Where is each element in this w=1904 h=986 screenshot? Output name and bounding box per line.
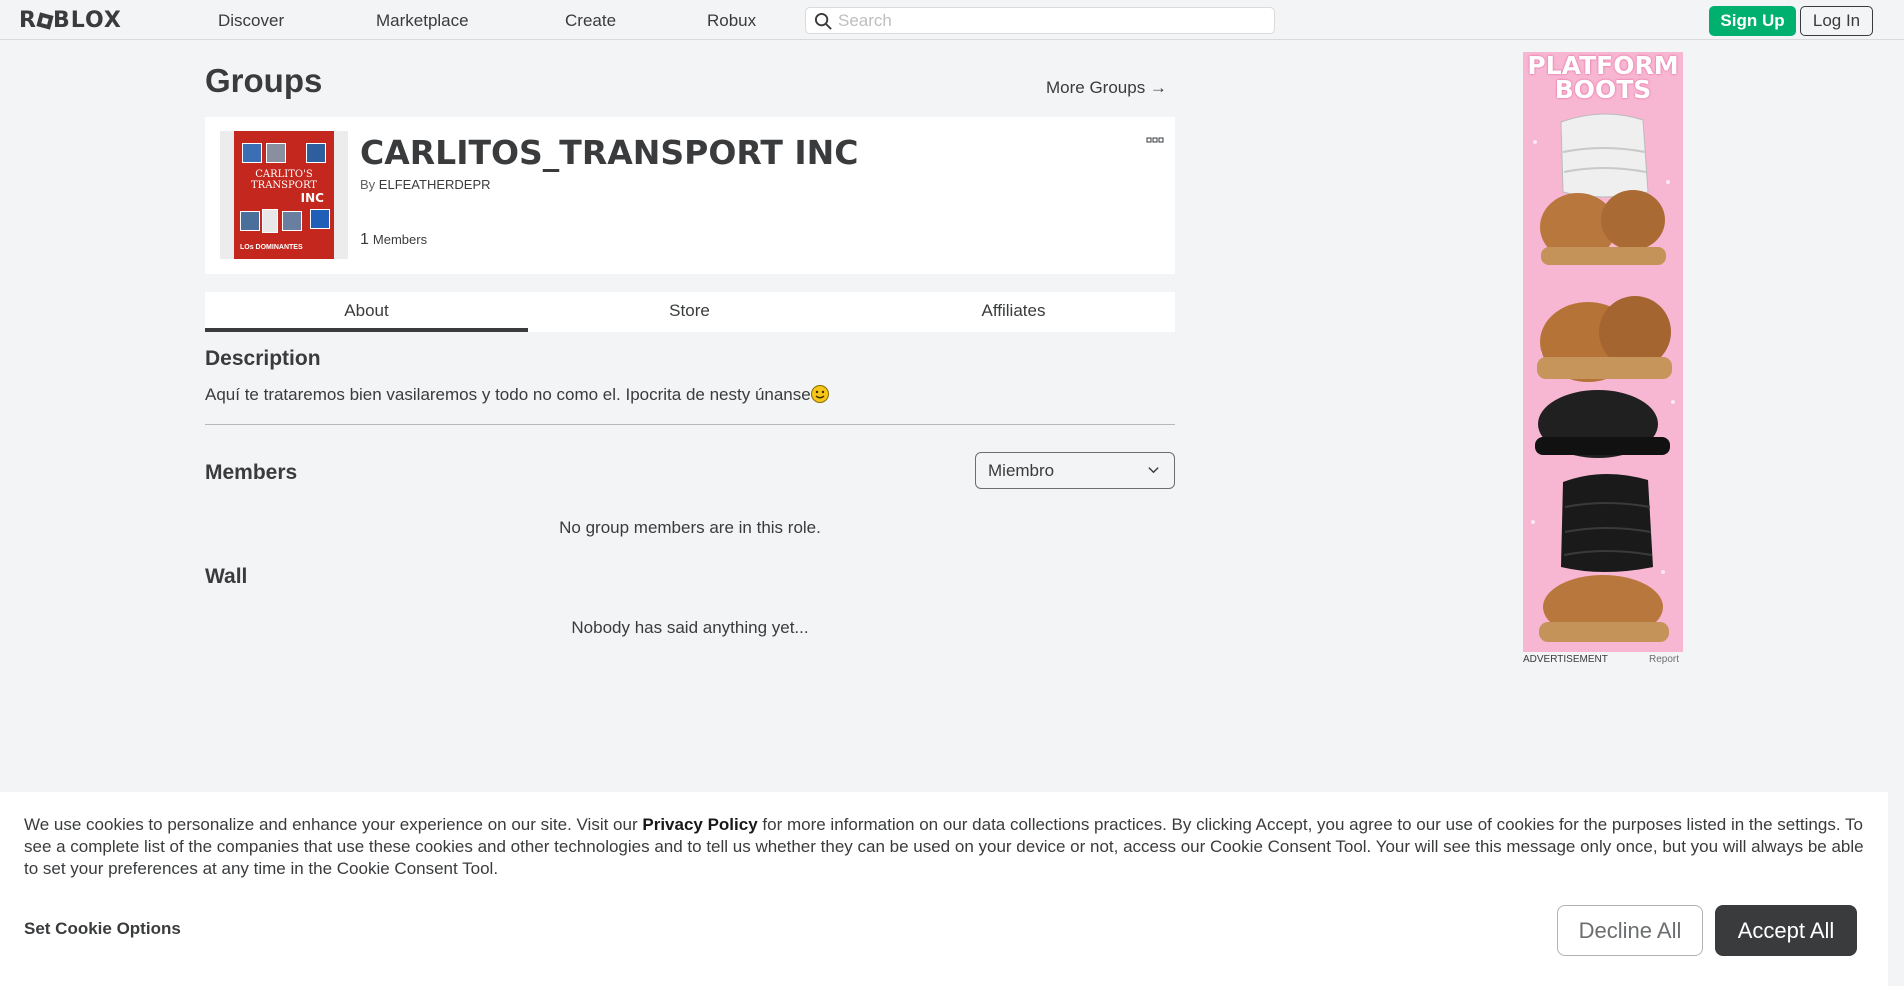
thumb-text-inc: INC <box>300 191 324 205</box>
ellipsis-icon <box>1146 137 1164 143</box>
ad-report-link[interactable]: Report <box>1649 654 1679 665</box>
description-text-block: Aquí te trataremos bien vasilaremos y to… <box>205 385 829 405</box>
more-groups-link[interactable]: More Groups → <box>1046 78 1167 98</box>
search-input[interactable] <box>838 11 1258 31</box>
role-dropdown-value: Miembro <box>988 461 1055 480</box>
cookie-message: We use cookies to personalize and enhanc… <box>24 814 1874 880</box>
sign-up-button[interactable]: Sign Up <box>1709 6 1796 36</box>
advertisement-banner[interactable]: PLATFORM BOOTS <box>1523 52 1683 652</box>
smiley-emoji-icon <box>810 385 829 403</box>
nav-discover[interactable]: Discover <box>218 11 284 31</box>
description-text: Aquí te trataremos bien vasilaremos y to… <box>205 385 811 404</box>
decline-all-button[interactable]: Decline All <box>1557 905 1703 956</box>
log-in-button[interactable]: Log In <box>1800 6 1873 36</box>
cookie-text-before: We use cookies to personalize and enhanc… <box>24 815 643 834</box>
group-header-card: CARLITO'S TRANSPORT INC LOs DOMINANTES C… <box>205 117 1175 274</box>
members-empty-message: No group members are in this role. <box>559 518 821 537</box>
accept-all-button[interactable]: Accept All <box>1715 905 1857 956</box>
group-tabs: About Store Affiliates <box>205 292 1175 332</box>
search-icon <box>814 12 832 30</box>
nav-marketplace[interactable]: Marketplace <box>376 11 469 31</box>
nav-robux[interactable]: Robux <box>707 11 756 31</box>
set-cookie-options-link[interactable]: Set Cookie Options <box>24 919 181 939</box>
group-emblem-image: CARLITO'S TRANSPORT INC LOs DOMINANTES <box>234 131 334 259</box>
roblox-logo[interactable]: R BLOX <box>19 8 122 33</box>
role-dropdown[interactable]: Miembro <box>975 452 1175 489</box>
member-count-value: 1 <box>360 231 369 248</box>
tab-affiliates[interactable]: Affiliates <box>852 292 1175 332</box>
top-navigation-bar: R BLOX Discover Marketplace Create Robux … <box>0 0 1904 40</box>
tab-store[interactable]: Store <box>528 292 851 332</box>
member-count-label: Members <box>372 232 428 247</box>
tab-about[interactable]: About <box>205 292 528 332</box>
group-owner-prefix: By <box>360 177 376 192</box>
ad-boots-image <box>1531 113 1675 642</box>
group-member-count: 1 Members <box>360 231 427 249</box>
wall-heading: Wall <box>205 565 248 588</box>
chevron-down-icon <box>1148 467 1159 474</box>
wall-empty-message: Nobody has said anything yet... <box>571 618 809 637</box>
more-options-icon[interactable] <box>1146 133 1164 147</box>
section-divider <box>205 424 1175 425</box>
nav-create[interactable]: Create <box>565 11 616 31</box>
group-thumbnail: CARLITO'S TRANSPORT INC LOs DOMINANTES <box>220 131 348 259</box>
group-name: CARLITOS_TRANSPORT INC <box>360 133 859 172</box>
thumb-text-top: CARLITO'S TRANSPORT <box>251 169 317 191</box>
thumb-text-bottom: LOs DOMINANTES <box>240 244 303 251</box>
ad-label: ADVERTISEMENT <box>1523 654 1608 665</box>
group-owner-link[interactable]: ELFEATHERDEPR <box>379 177 491 192</box>
privacy-policy-link[interactable]: Privacy Policy <box>642 815 757 834</box>
page-title: Groups <box>205 62 323 99</box>
description-heading: Description <box>205 347 321 370</box>
cookie-consent-banner: We use cookies to personalize and enhanc… <box>0 792 1888 986</box>
group-owner: By ELFEATHERDEPR <box>360 177 491 192</box>
search-box[interactable] <box>805 7 1275 34</box>
members-heading: Members <box>205 461 298 484</box>
